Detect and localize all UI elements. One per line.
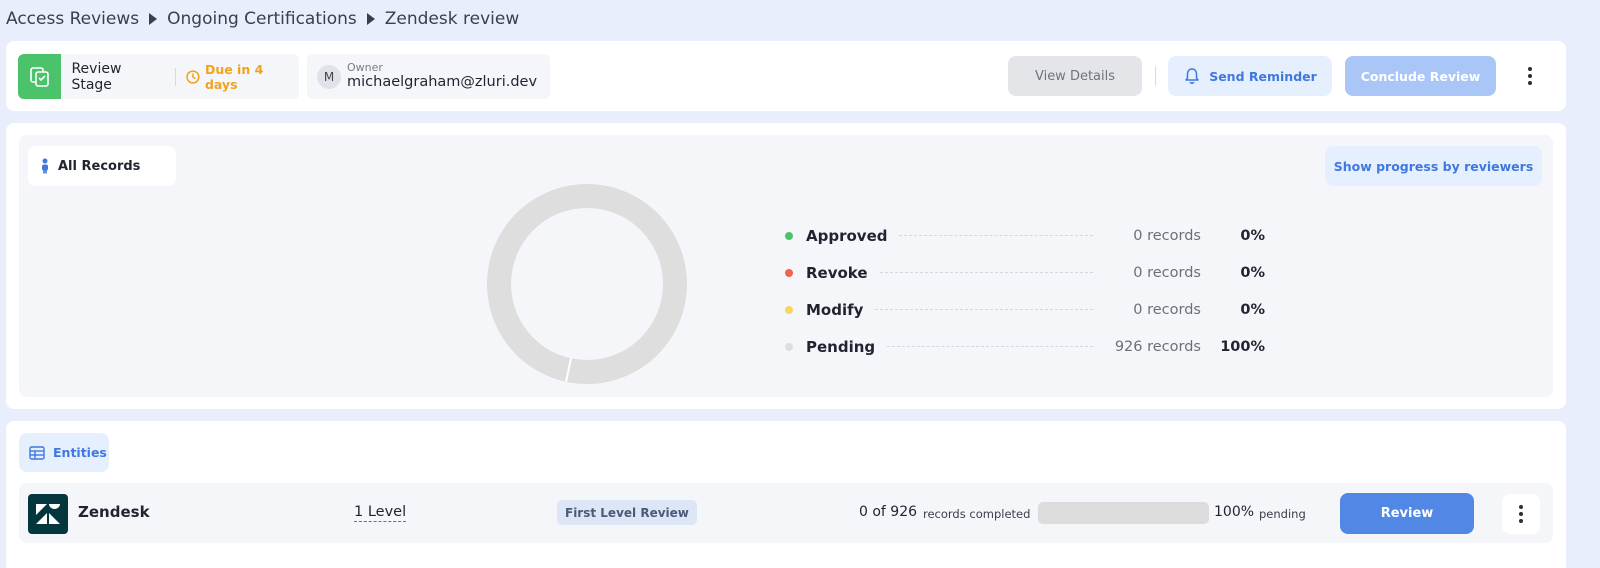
breadcrumb-separator-icon xyxy=(149,13,158,25)
breadcrumb: Access Reviews Ongoing Certifications Ze… xyxy=(6,7,519,31)
legend-count: 0 records xyxy=(1133,264,1201,281)
legend-dot xyxy=(785,231,793,240)
header-divider xyxy=(1155,66,1156,86)
owner-email: michaelgraham@zluri.dev xyxy=(347,73,538,90)
legend-dot xyxy=(785,342,793,351)
legend-percentage: 0% xyxy=(1240,301,1265,318)
legend-leader-line xyxy=(887,346,1093,347)
due-date-badge: Due in 4 days xyxy=(186,62,299,92)
entity-name: Zendesk xyxy=(78,503,150,521)
records-donut-chart xyxy=(487,184,687,384)
legend-leader-line xyxy=(879,272,1093,273)
review-stage-block: Review Stage Due in 4 days xyxy=(18,54,299,99)
bell-icon xyxy=(1185,68,1199,84)
show-progress-by-reviewers-button[interactable]: Show progress by reviewers xyxy=(1325,146,1542,186)
legend-count: 926 records xyxy=(1114,338,1201,355)
stage-divider xyxy=(175,67,177,86)
send-reminder-button[interactable]: Send Reminder xyxy=(1168,56,1332,96)
pending-percentage: 100% xyxy=(1214,504,1255,520)
all-records-label: All Records xyxy=(58,158,141,174)
review-button[interactable]: Review xyxy=(1340,493,1474,534)
zendesk-logo-icon xyxy=(28,494,68,534)
legend-row-pending: Pending 926 records 100% xyxy=(785,328,1265,365)
clock-icon xyxy=(186,69,200,84)
legend-percentage: 100% xyxy=(1220,338,1265,355)
all-records-filter[interactable]: All Records xyxy=(28,146,176,186)
legend-row-approved: Approved 0 records 0% xyxy=(785,217,1265,254)
legend-dot xyxy=(785,305,793,314)
row-more-options-icon[interactable] xyxy=(1502,494,1540,534)
legend-name: Approved xyxy=(806,226,888,245)
entities-card: Entities Zendesk 1 Level First Level Rev… xyxy=(6,421,1566,568)
breadcrumb-access-reviews[interactable]: Access Reviews xyxy=(6,9,139,29)
pending-label: pending xyxy=(1259,507,1306,521)
review-stage-label: Review Stage xyxy=(71,60,122,93)
owner-label: Owner xyxy=(347,61,383,75)
legend-row-revoke: Revoke 0 records 0% xyxy=(785,254,1265,291)
view-details-button[interactable]: View Details xyxy=(1008,56,1142,96)
header-more-options-icon[interactable] xyxy=(1520,65,1540,87)
legend-percentage: 0% xyxy=(1240,227,1265,244)
legend-name: Pending xyxy=(806,337,876,356)
review-level-badge: First Level Review xyxy=(557,500,697,525)
legend-count: 0 records xyxy=(1133,227,1201,244)
records-progress-bar xyxy=(1038,502,1209,524)
due-date-text: Due in 4 days xyxy=(204,61,264,92)
records-legend: Approved 0 records 0% Revoke 0 records 0% Modi… xyxy=(785,217,1265,365)
legend-count: 0 records xyxy=(1133,301,1201,318)
table-icon xyxy=(29,445,45,460)
table-row: Zendesk 1 Level First Level Review 0 of … xyxy=(19,483,1553,543)
records-summary-panel: All Records Show progress by reviewers A… xyxy=(19,135,1553,397)
legend-name: Revoke xyxy=(806,263,868,282)
entities-tab[interactable]: Entities xyxy=(19,433,109,472)
records-completed-label: records completed xyxy=(923,507,1031,521)
donut-slice-pending xyxy=(487,184,687,384)
legend-leader-line xyxy=(875,309,1093,310)
owner-avatar: M xyxy=(317,64,341,89)
send-reminder-label: Send Reminder xyxy=(1209,68,1317,84)
entity-level[interactable]: 1 Level xyxy=(354,504,407,522)
legend-percentage: 0% xyxy=(1240,264,1265,281)
breadcrumb-ongoing-certifications[interactable]: Ongoing Certifications xyxy=(167,9,357,29)
records-summary-card: All Records Show progress by reviewers A… xyxy=(6,123,1566,409)
conclude-review-button[interactable]: Conclude Review xyxy=(1345,56,1496,96)
person-icon xyxy=(42,158,48,174)
records-completed-count: 0 of 926 xyxy=(859,504,918,520)
breadcrumb-separator-icon xyxy=(366,13,375,25)
breadcrumb-current-page: Zendesk review xyxy=(384,9,520,29)
legend-dot xyxy=(785,268,793,277)
entities-tab-label: Entities xyxy=(53,445,107,460)
review-header-card: Review Stage Due in 4 days M Owner micha… xyxy=(6,41,1566,111)
legend-row-modify: Modify 0 records 0% xyxy=(785,291,1265,328)
owner-block: M Owner michaelgraham@zluri.dev xyxy=(307,54,550,99)
review-stage-icon xyxy=(18,54,62,99)
legend-name: Modify xyxy=(806,300,864,319)
legend-leader-line xyxy=(899,235,1093,236)
